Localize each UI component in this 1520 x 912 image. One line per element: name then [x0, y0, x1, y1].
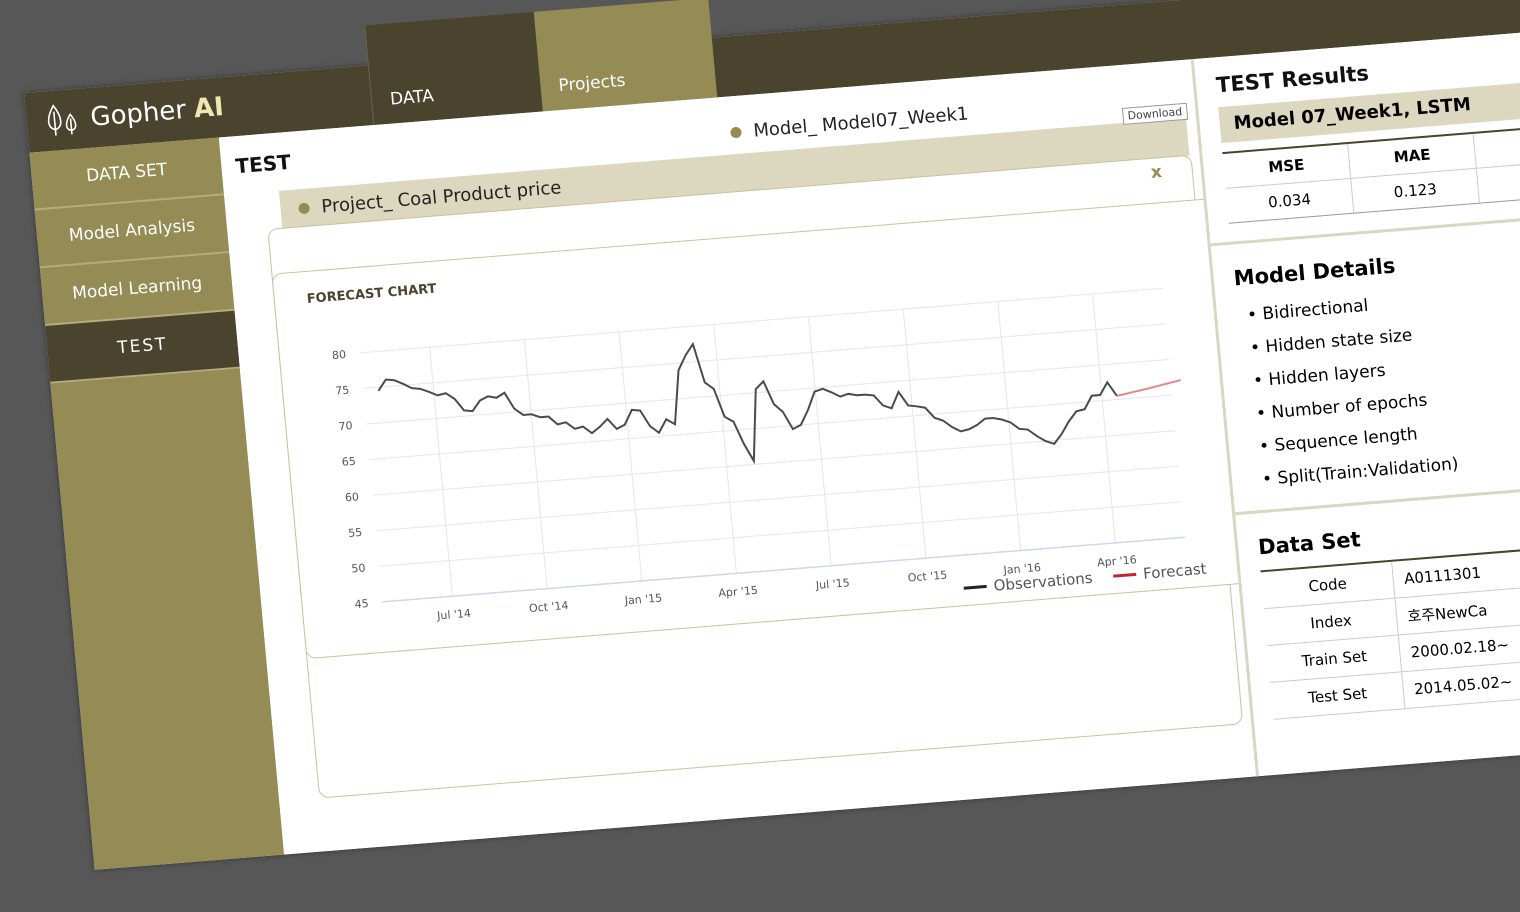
- model-details-list: Bidirectional Hidden state size Hidden l…: [1246, 290, 1460, 503]
- grid-line: [369, 394, 1173, 461]
- grid-line: [618, 331, 643, 582]
- bullet-dot-icon: [298, 202, 311, 215]
- y-tick-label: 65: [341, 455, 356, 469]
- legend-forecast-swatch: [1113, 572, 1137, 578]
- forecast-chart: 80 75 70 65 60 55 50 45 Jul '14 Oct '14 Jan '15 Apr…: [331, 287, 1207, 623]
- x-tick-label: Jul '15: [814, 576, 850, 592]
- forecast-line: [1116, 379, 1182, 397]
- x-tick-label: Oct '15: [907, 569, 948, 585]
- grid-line: [376, 465, 1179, 532]
- logo-ai: AI: [192, 92, 225, 125]
- grid-line: [523, 339, 548, 589]
- x-tick-label: Apr '16: [1097, 553, 1138, 569]
- main-content: TEST Project_ Coal Product price Model_ …: [218, 59, 1276, 855]
- bullet-dot-icon: [730, 126, 742, 139]
- grid-line: [379, 501, 1182, 567]
- grid-line: [372, 430, 1176, 496]
- grid-line: [902, 309, 927, 559]
- model-name: Model_ Model07_Week1: [752, 103, 970, 142]
- grid-line: [363, 323, 1166, 389]
- screen: Gopher AI DATA Projects DATA SET Model A…: [0, 0, 1520, 912]
- x-tick-label: Apr '15: [718, 584, 759, 600]
- x-tick-label: Oct '14: [528, 599, 569, 615]
- observations-line: [377, 341, 1118, 465]
- grid-line: [429, 347, 453, 597]
- close-button[interactable]: x: [1150, 162, 1163, 183]
- legend-forecast-label: Forecast: [1142, 560, 1207, 583]
- y-tick-label: 70: [338, 419, 353, 433]
- x-tick-label: Jan '15: [623, 591, 663, 607]
- metric-header-extra: [1473, 123, 1520, 169]
- logo-name: Gopher: [89, 95, 188, 133]
- model-details-title: Model Details: [1232, 253, 1397, 291]
- grid-line: [808, 316, 832, 566]
- y-tick-label: 75: [335, 384, 350, 398]
- legend-observations-swatch: [963, 584, 987, 590]
- x-axis-line: [382, 536, 1186, 603]
- app-window: Gopher AI DATA Projects DATA SET Model A…: [24, 0, 1520, 870]
- dataset-title: Data Set: [1257, 527, 1362, 560]
- grid-line: [359, 287, 1163, 354]
- results-title: TEST Results: [1215, 61, 1370, 98]
- x-tick-label: Jul '14: [436, 607, 472, 623]
- grid-line: [1092, 293, 1116, 543]
- dataset-table: Code A0111301 Index 호주NewCa Train Set 2000.…: [1260, 540, 1520, 720]
- page-title: TEST: [234, 149, 292, 179]
- y-tick-label: 80: [331, 348, 346, 362]
- tree-icon: [47, 104, 77, 136]
- nav-tab-data[interactable]: DATA: [364, 11, 543, 126]
- model-label: Model_ Model07_Week1: [730, 103, 970, 143]
- y-tick-label: 50: [351, 561, 366, 575]
- nav-tab-projects[interactable]: Projects: [533, 0, 718, 112]
- forecast-chart-card: FORECAST CHART 80 75 70 65 60 55 50 45 Jul '14 Oc…: [271, 195, 1276, 660]
- y-tick-label: 55: [348, 526, 363, 540]
- y-tick-label: 60: [344, 490, 359, 504]
- grid-line: [713, 324, 737, 574]
- grid-line: [997, 301, 1022, 551]
- y-tick-label: 45: [354, 597, 369, 611]
